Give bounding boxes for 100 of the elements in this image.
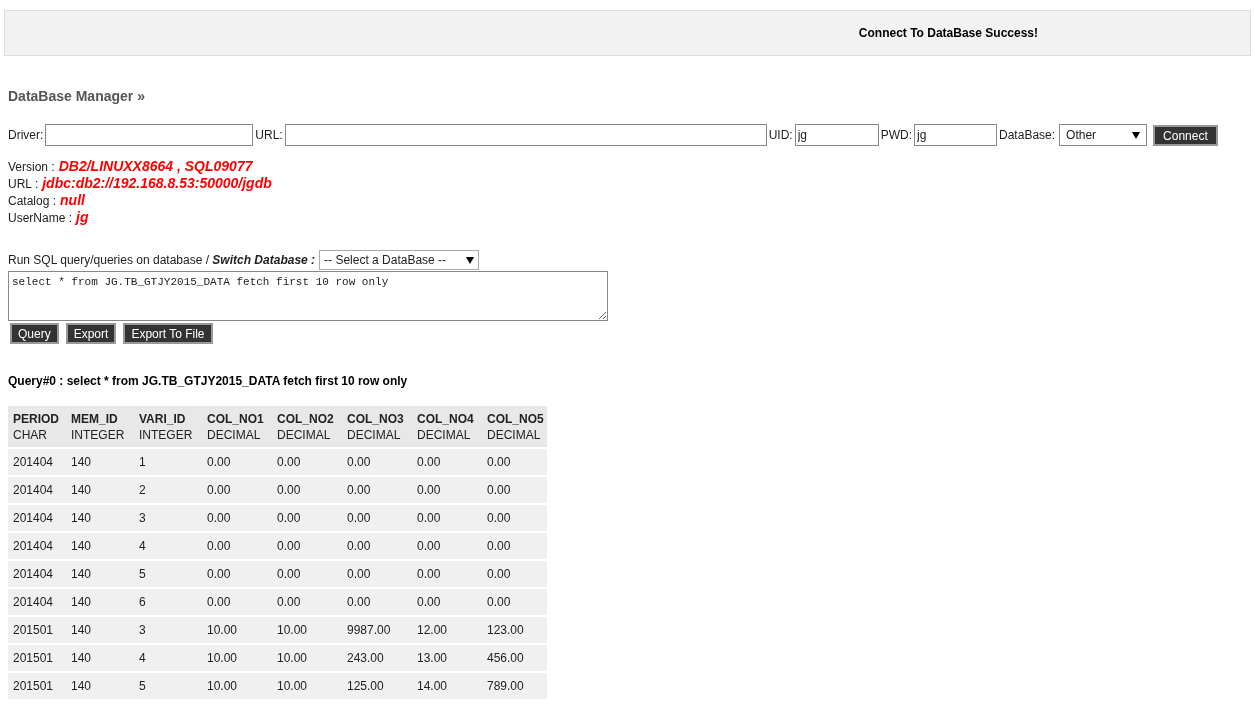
query-label: Run SQL query/queries on database / Switch Database :	[8, 252, 316, 269]
table-cell: 140	[71, 595, 92, 609]
table-cell: 140	[71, 455, 92, 469]
connect-button[interactable]: Connect	[1153, 124, 1218, 146]
table-cell: 0.00	[487, 455, 511, 469]
field-label: UID:	[768, 127, 793, 144]
dropdown-arrow-icon	[1132, 131, 1141, 139]
column-name: MEM_ID	[71, 410, 119, 427]
table-cell: 0.00	[277, 595, 301, 609]
info-label: Catalog :	[8, 193, 57, 210]
table-cell: 0.00	[347, 567, 371, 581]
table-cell: 0.00	[207, 567, 231, 581]
column-name: COL_NO1	[207, 410, 265, 427]
table-cell: 0.00	[347, 455, 371, 469]
table-cell: 140	[71, 511, 92, 525]
table-cell: 140	[71, 623, 92, 637]
column-type: DECIMAL	[277, 426, 332, 443]
column-name: VARI_ID	[139, 410, 187, 427]
table-cell: 13.00	[417, 651, 448, 665]
column-name: PERIOD	[13, 410, 60, 427]
action-button[interactable]: Export	[65, 323, 117, 344]
query-title: Query#0 : select * from JG.TB_GTJY2015_DATA fetch first 10 row only	[8, 373, 408, 390]
column-name: COL_NO4	[417, 410, 475, 427]
table-cell: 3	[139, 623, 146, 637]
table-cell: 4	[139, 651, 146, 665]
table-cell: 0.00	[487, 483, 511, 497]
table-cell: 243.00	[347, 651, 384, 665]
column-type: DECIMAL	[347, 426, 402, 443]
table-cell: 140	[71, 567, 92, 581]
driver-field[interactable]	[45, 124, 254, 146]
table-cell: 201404	[13, 539, 54, 553]
table-cell: 0.00	[207, 455, 231, 469]
field-label: DataBase:	[999, 127, 1056, 144]
action-button[interactable]: Export To File	[123, 323, 213, 344]
table-cell: 0.00	[417, 455, 441, 469]
sql-editor[interactable]: select * from JG.TB_GTJY2015_DATA fetch first 10 row only	[8, 271, 608, 321]
table-cell: 0.00	[277, 511, 301, 525]
table-cell: 9987.00	[347, 623, 391, 637]
table-cell: 10.00	[277, 623, 308, 637]
table-cell: 201404	[13, 455, 54, 469]
table-cell: 12.00	[417, 623, 448, 637]
database-switch-dropdown[interactable]: -- Select a DataBase --	[319, 250, 480, 270]
table-cell: 0.00	[277, 567, 301, 581]
info-label: UserName :	[8, 210, 72, 227]
table-cell: 201404	[13, 511, 54, 525]
column-type: CHAR	[13, 426, 48, 443]
column-type: DECIMAL	[417, 426, 472, 443]
info-value: jg	[76, 208, 89, 227]
column-name: COL_NO5	[487, 410, 545, 427]
url-field[interactable]	[284, 124, 767, 146]
info-label: URL :	[8, 176, 39, 193]
table-cell: 0.00	[487, 567, 511, 581]
table-cell: 201501	[13, 623, 54, 637]
table-cell: 10.00	[207, 623, 238, 637]
table-cell: 0.00	[277, 539, 301, 553]
status-message: Connect To DataBase Success!	[858, 25, 1038, 42]
table-cell: 0.00	[277, 483, 301, 497]
column-name: COL_NO3	[347, 410, 405, 427]
field-label: PWD:	[880, 127, 913, 144]
column-name: COL_NO2	[277, 410, 335, 427]
table-cell: 0.00	[207, 511, 231, 525]
table-cell: 0.00	[347, 539, 371, 553]
column-type: DECIMAL	[207, 426, 262, 443]
table-cell: 0.00	[347, 595, 371, 609]
table-cell: 1	[139, 455, 146, 469]
action-button[interactable]: Query	[10, 323, 59, 344]
table-cell: 0.00	[487, 539, 511, 553]
table-cell: 789.00	[487, 679, 524, 693]
table-cell: 0.00	[207, 483, 231, 497]
table-cell: 0.00	[277, 455, 301, 469]
table-cell: 140	[71, 539, 92, 553]
info-value: null	[60, 191, 85, 210]
table-cell: 10.00	[207, 679, 238, 693]
table-cell: 0.00	[347, 483, 371, 497]
table-cell: 5	[139, 679, 146, 693]
table-cell: 3	[139, 511, 146, 525]
dropdown-arrow-icon	[466, 256, 475, 264]
table-cell: 10.00	[277, 679, 308, 693]
table-cell: 140	[71, 651, 92, 665]
database-dropdown[interactable]: Other	[1059, 124, 1148, 146]
password-field[interactable]: jg	[914, 124, 998, 146]
table-cell: 0.00	[417, 483, 441, 497]
table-cell: 201501	[13, 651, 54, 665]
table-cell: 125.00	[347, 679, 384, 693]
page-title: DataBase Manager »	[8, 87, 145, 106]
table-cell: 0.00	[417, 567, 441, 581]
table-cell: 0.00	[487, 595, 511, 609]
table-cell: 4	[139, 539, 146, 553]
table-cell: 201404	[13, 567, 54, 581]
column-type: DECIMAL	[487, 426, 542, 443]
table-cell: 0.00	[347, 511, 371, 525]
field-label: Driver:	[8, 127, 44, 144]
uid-field[interactable]: jg	[794, 124, 879, 146]
table-cell: 14.00	[417, 679, 448, 693]
column-type: INTEGER	[139, 426, 194, 443]
table-cell: 0.00	[417, 511, 441, 525]
table-cell: 140	[71, 483, 92, 497]
info-value: jdbc:db2://192.168.8.53:50000/jgdb	[42, 174, 272, 193]
table-cell: 6	[139, 595, 146, 609]
table-cell: 0.00	[207, 539, 231, 553]
